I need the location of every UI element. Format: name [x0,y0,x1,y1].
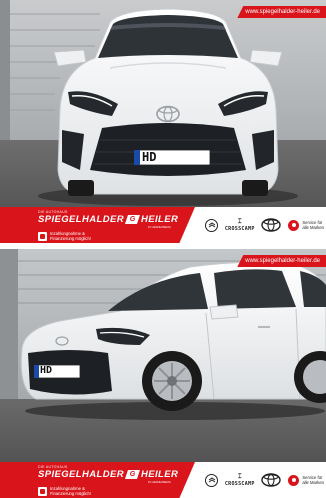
dealer-logo: SPIEGELHALDER G HEILER [38,469,195,480]
finance-line-2: Finanzierung möglich! [50,236,91,241]
citroen-logo [205,218,218,232]
toyota-icon [261,218,282,232]
dealer-logo: SPIEGELHALDER G HEILER [38,214,195,225]
citroen-icon [205,473,218,487]
website-banner[interactable]: www.spiegelhalder-heiler.de [237,6,326,18]
finance-line-2: Finanzierung möglich! [50,491,91,496]
plate-text: HD [142,150,157,164]
brand-name-left: SPIEGELHALDER [38,214,124,225]
finance-notice: Inzahlungnahme & Finanzierung möglich! [38,486,195,496]
crosscamp-wordmark: CROSSCAMP [224,225,255,232]
dealer-brand-block: DIE AUTOHAUS SPIEGELHALDER G HEILER IN H… [0,462,195,498]
brand-prefix: DIE AUTOHAUS [38,210,68,214]
toyota-logo [261,473,282,487]
location-pin-icon [288,474,300,486]
dealer-footer: DIE AUTOHAUS SPIEGELHALDER G HEILER IN H… [0,207,326,243]
brand-name-right: HEILER [140,214,179,225]
brand-mark-icon: G [124,470,140,479]
service-notice: Service für alle Marken [288,219,324,231]
service-line-2: alle Marken [302,480,324,485]
location-pin-icon [288,219,300,231]
crosscamp-wordmark: CROSSCAMP [224,480,255,487]
website-banner[interactable]: www.spiegelhalder-heiler.de [237,255,326,267]
crosscamp-icon: ⌶ [237,218,242,225]
partner-logos: ⌶ CROSSCAMP Service für alle Marken [195,207,326,243]
dealer-footer: DIE AUTOHAUS SPIEGELHALDER G HEILER IN H… [0,462,326,498]
crosscamp-logo: ⌶ CROSSCAMP [225,219,255,232]
car-photo-front: HD www.spiegelhalder-heiler.de DIE AUTOH… [0,0,326,243]
brand-name-right: HEILER [140,469,179,480]
citroen-logo [205,473,218,487]
brand-location: IN HEIDELBERG [147,480,171,484]
brand-location: IN HEIDELBERG [147,225,171,229]
plate-text: HD [40,365,53,376]
document-icon [38,231,47,241]
crosscamp-logo: ⌶ CROSSCAMP [225,474,255,487]
car-photo-side: HD www.spiegelhalder-heiler.de DIE AUTOH… [0,249,326,498]
crosscamp-icon: ⌶ [237,473,242,480]
service-line-2: alle Marken [302,225,324,230]
toyota-icon [261,473,282,487]
finance-notice: Inzahlungnahme & Finanzierung möglich! [38,231,195,241]
brand-mark-icon: G [124,215,140,224]
toyota-logo [261,218,282,232]
service-notice: Service für alle Marken [288,474,324,486]
dealer-brand-block: DIE AUTOHAUS SPIEGELHALDER G HEILER IN H… [0,207,195,243]
brand-prefix: DIE AUTOHAUS [38,465,68,469]
document-icon [38,486,47,496]
citroen-icon [205,218,218,232]
partner-logos: ⌶ CROSSCAMP Service für alle Marken [195,462,326,498]
brand-name-left: SPIEGELHALDER [38,469,124,480]
